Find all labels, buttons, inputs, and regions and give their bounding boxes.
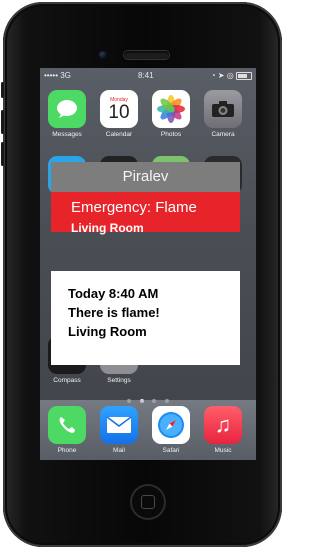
silent-switch <box>1 82 4 98</box>
dock: Phone Mail Safari ♫ Music <box>40 400 256 460</box>
app-label: Mail <box>113 447 125 454</box>
status-time: 8:41 <box>138 71 154 80</box>
camera-icon <box>204 90 242 128</box>
alert-time: Today 8:40 AM <box>68 286 159 301</box>
home-square-icon <box>141 495 155 509</box>
app-music[interactable]: ♫ Music <box>202 406 244 454</box>
home-button[interactable] <box>130 484 166 520</box>
music-icon: ♫ <box>204 406 242 444</box>
messages-icon <box>48 90 86 128</box>
volume-down-button <box>1 142 4 166</box>
alert-title: Emergency: Flame <box>71 199 197 216</box>
app-mail[interactable]: Mail <box>98 406 140 454</box>
app-label: Compass <box>53 377 81 384</box>
calendar-icon: Monday 10 <box>100 90 138 128</box>
app-camera[interactable]: Camera <box>202 90 244 138</box>
alert-message-box: Today 8:40 AM There is flame! Living Roo… <box>51 271 240 365</box>
phone-icon <box>48 406 86 444</box>
app-phone[interactable]: Phone <box>46 406 88 454</box>
alert-emergency-banner: Emergency: Flame Living Room <box>51 192 240 235</box>
app-label: Music <box>214 447 232 454</box>
calendar-date: 10 <box>108 101 130 123</box>
app-label: Safari <box>162 447 180 454</box>
app-safari[interactable]: Safari <box>150 406 192 454</box>
mail-icon <box>100 406 138 444</box>
alert-message: There is flame! <box>68 305 160 320</box>
alert-message-location: Living Room <box>68 324 147 339</box>
status-right-icons: ◔ ➤ ◎ <box>211 71 252 80</box>
app-label: Phone <box>57 447 77 454</box>
photos-icon <box>152 90 190 128</box>
app-messages[interactable]: Messages <box>46 90 88 138</box>
app-label: Settings <box>107 377 131 384</box>
volume-up-button <box>1 110 4 134</box>
app-label: Messages <box>52 131 82 138</box>
status-bar: ••••• 3G 8:41 ◔ ➤ ◎ <box>40 68 256 82</box>
app-label: Calendar <box>105 131 133 138</box>
app-calendar[interactable]: Monday 10 Calendar <box>98 90 140 138</box>
carrier-signal: ••••• 3G <box>44 71 71 80</box>
front-camera <box>99 51 107 59</box>
earpiece-speaker <box>124 51 169 59</box>
alert-app-name: Piralev <box>51 162 240 192</box>
app-label: Camera <box>211 131 235 138</box>
app-label: Photos <box>160 131 182 138</box>
alert-location: Living Room <box>71 221 144 235</box>
app-photos[interactable]: Photos <box>150 90 192 138</box>
piralev-alert[interactable]: Piralev Emergency: Flame Living Room Tod… <box>51 162 240 365</box>
safari-icon <box>152 406 190 444</box>
status-icons: ◔ ➤ ◎ <box>210 71 234 80</box>
battery-icon <box>236 71 252 80</box>
